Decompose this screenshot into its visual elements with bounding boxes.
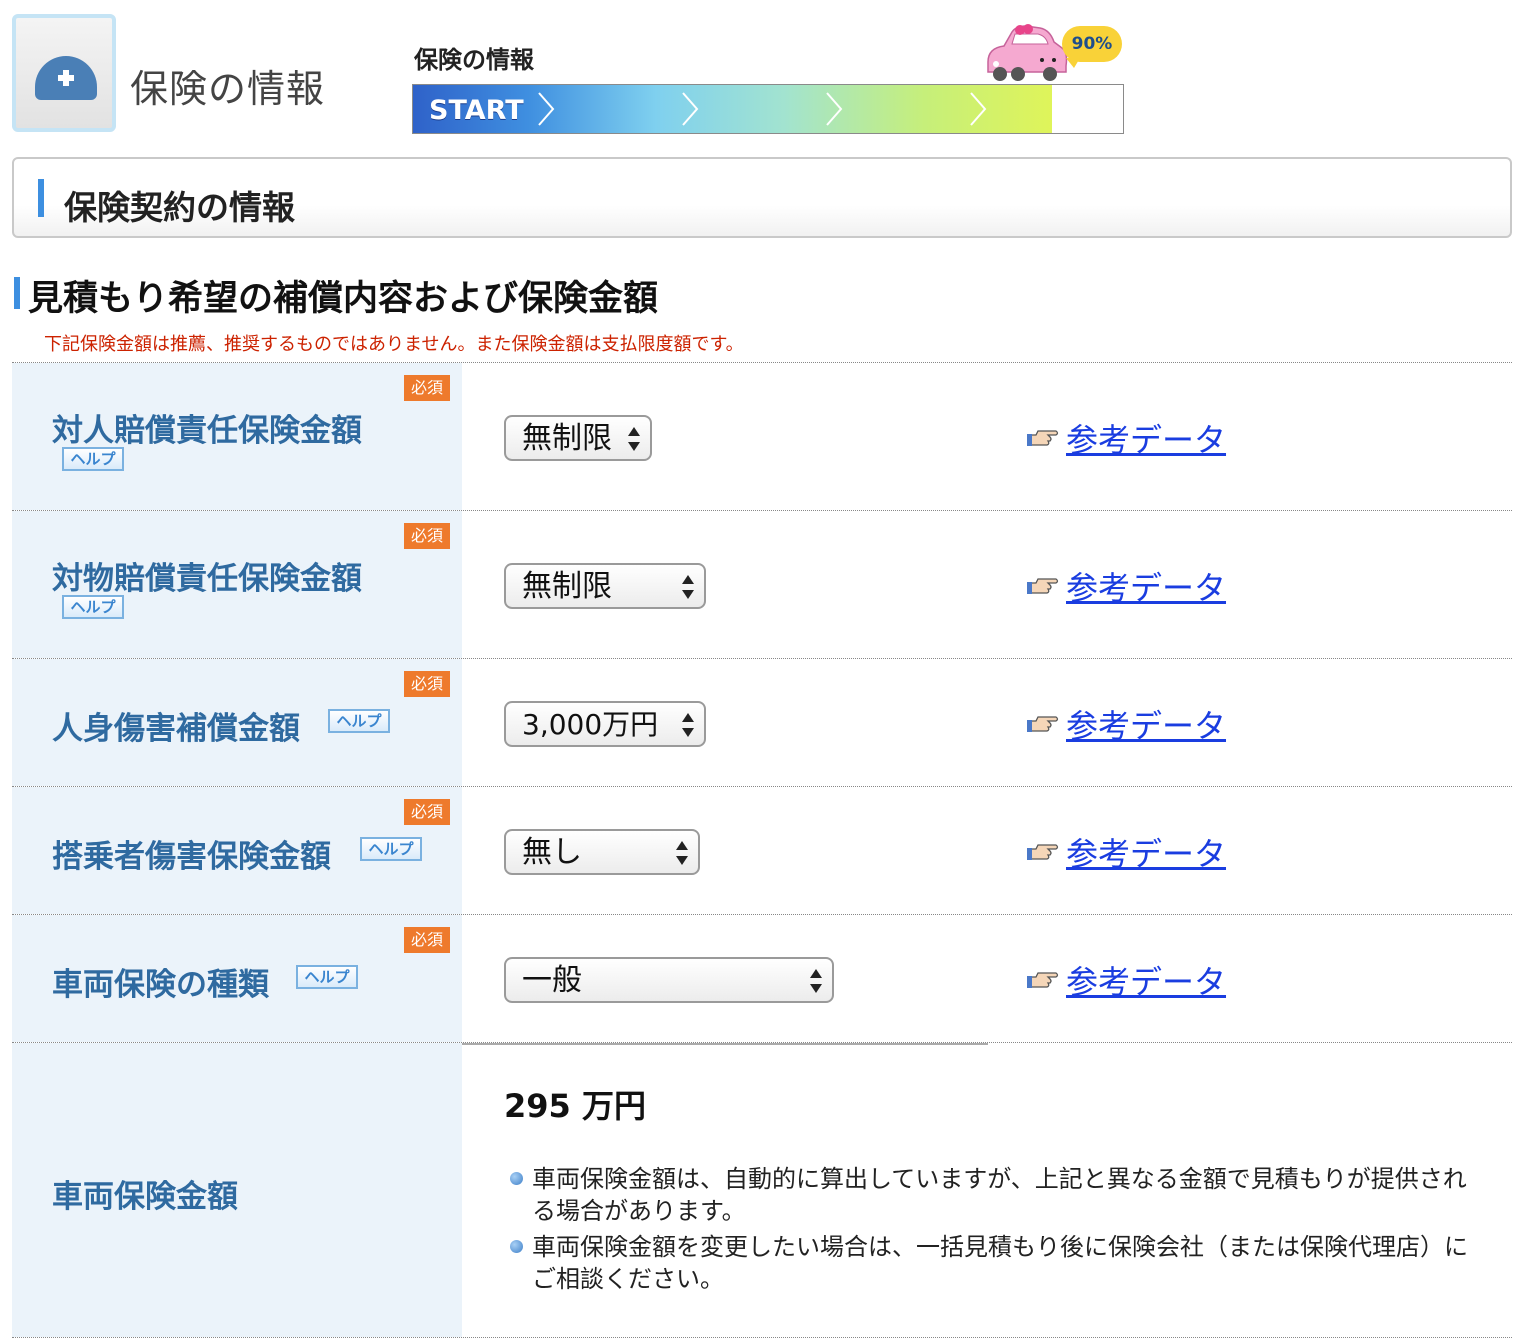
progress-bar: START [412, 84, 1124, 134]
bullet-icon [510, 1240, 523, 1253]
help-button[interactable]: ヘルプ [328, 709, 390, 733]
table-row: 必須 車両保険の種類 ヘルプ 一般 参考データ [12, 914, 1512, 1042]
select-value: 一般 [522, 963, 582, 998]
select-value: 無制限 [522, 421, 612, 456]
label-cell: 必須 対人賠償責任保険金額 ヘルプ [12, 363, 462, 510]
coverage-table: 必須 対人賠償責任保険金額 ヘルプ 無制限 参考データ 必須 対物賠償責任保険金… [12, 362, 1512, 1338]
reference-data-link[interactable]: 参考データ [1066, 957, 1226, 1003]
vehicle-amount-value: 295 万円 [504, 1087, 646, 1125]
required-badge: 必須 [404, 671, 450, 697]
table-row: 必須 対人賠償責任保険金額 ヘルプ 無制限 参考データ [12, 362, 1512, 510]
row-label: 対物賠償責任保険金額 [52, 561, 362, 597]
accent-bar [14, 277, 20, 309]
row-label: 車両保険金額 [52, 1179, 238, 1215]
table-row: 車両保険金額 295 万円 車両保険金額は、自動的に算出していますが、上記と異な… [12, 1042, 1512, 1338]
table-row: 必須 人身傷害補償金額 ヘルプ 3,000万円 参考データ [12, 658, 1512, 786]
row-label: 車両保険の種類 [52, 967, 269, 1003]
table-row: 必須 対物賠償責任保険金額 ヘルプ 無制限 参考データ [12, 510, 1512, 658]
progress-start-label: START [429, 95, 524, 126]
progress-percent-badge: 90% [1062, 26, 1122, 68]
required-badge: 必須 [404, 523, 450, 549]
help-button[interactable]: ヘルプ [296, 965, 358, 989]
liability-property-select[interactable]: 無制限 [504, 563, 706, 609]
row-label: 搭乗者傷害保険金額 [52, 839, 331, 875]
select-arrows-icon [676, 841, 688, 865]
reference-data-link[interactable]: 参考データ [1066, 829, 1226, 875]
section-header: 保険契約の情報 [12, 157, 1512, 238]
list-item: 車両保険金額を変更したい場合は、一括見積もり後に保険会社（または保険代理店）にご… [510, 1231, 1490, 1295]
list-item: 車両保険金額は、自動的に算出していますが、上記と異なる金額で見積もりが提供される… [510, 1163, 1490, 1227]
progress-label: 保険の情報 [414, 46, 534, 74]
select-value: 3,000万円 [522, 708, 659, 741]
accent-bar [38, 179, 44, 217]
help-button[interactable]: ヘルプ [360, 837, 422, 861]
select-arrows-icon [682, 713, 694, 737]
subsection-title: 見積もり希望の補償内容および保険金額 [28, 279, 659, 319]
page-title: 保険の情報 [130, 67, 326, 111]
chevron-icon [681, 85, 701, 133]
reference-data-link[interactable]: 参考データ [1066, 415, 1226, 461]
pointing-hand-icon [1027, 972, 1059, 988]
car-mascot-icon [982, 22, 1072, 86]
reference-data-link[interactable]: 参考データ [1066, 563, 1226, 609]
select-arrows-icon [628, 427, 640, 451]
pointing-hand-icon [1027, 844, 1059, 860]
notes-list: 車両保険金額は、自動的に算出していますが、上記と異なる金額で見積もりが提供される… [510, 1163, 1490, 1299]
section-title: 保険契約の情報 [64, 188, 295, 227]
required-badge: 必須 [404, 375, 450, 401]
label-cell: 必須 対物賠償責任保険金額 ヘルプ [12, 511, 462, 658]
pointing-hand-icon [1027, 578, 1059, 594]
row-label: 人身傷害補償金額 [52, 711, 300, 747]
select-arrows-icon [682, 575, 694, 599]
select-value: 無制限 [522, 569, 612, 604]
required-badge: 必須 [404, 799, 450, 825]
label-cell: 車両保険金額 [12, 1043, 462, 1337]
label-cell: 必須 搭乗者傷害保険金額 ヘルプ [12, 787, 462, 914]
select-value: 無し [522, 835, 582, 870]
label-cell: 必須 人身傷害補償金額 ヘルプ [12, 659, 462, 786]
pointing-hand-icon [1027, 716, 1059, 732]
notice-text: 下記保険金額は推薦、推奨するものではありません。また保険金額は支払限度額です。 [44, 334, 744, 355]
reference-data-link[interactable]: 参考データ [1066, 701, 1226, 747]
select-arrows-icon [810, 969, 822, 993]
help-button[interactable]: ヘルプ [62, 447, 124, 471]
chevron-icon [825, 85, 845, 133]
insurance-dome-icon [12, 14, 116, 132]
table-row: 必須 搭乗者傷害保険金額 ヘルプ 無し 参考データ [12, 786, 1512, 914]
liability-bodily-select[interactable]: 無制限 [504, 415, 652, 461]
required-badge: 必須 [404, 927, 450, 953]
chevron-icon [537, 85, 557, 133]
bullet-icon [510, 1172, 523, 1185]
vehicle-insurance-type-select[interactable]: 一般 [504, 957, 834, 1003]
divider [462, 1043, 988, 1045]
personal-injury-select[interactable]: 3,000万円 [504, 701, 706, 747]
passenger-injury-select[interactable]: 無し [504, 829, 700, 875]
chevron-icon [969, 85, 989, 133]
label-cell: 必須 車両保険の種類 ヘルプ [12, 915, 462, 1042]
pointing-hand-icon [1027, 430, 1059, 446]
help-button[interactable]: ヘルプ [62, 595, 124, 619]
row-label: 対人賠償責任保険金額 [52, 413, 362, 449]
